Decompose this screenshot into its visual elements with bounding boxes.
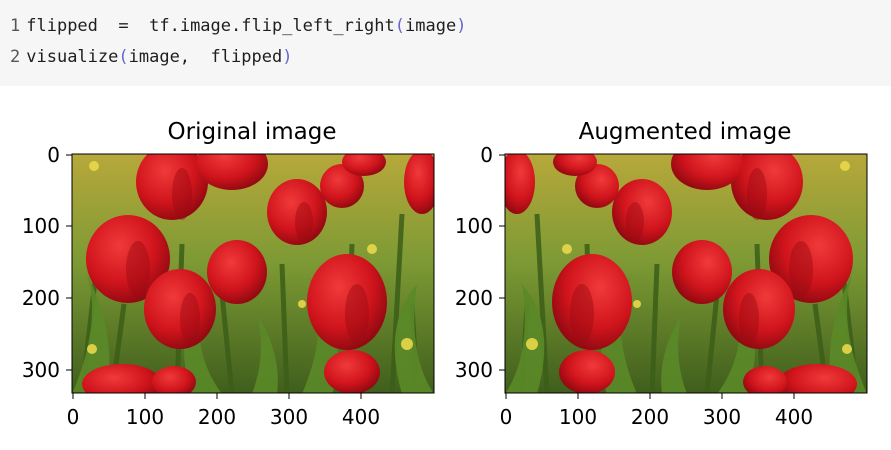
augmented-image xyxy=(499,138,867,404)
x-tick-label: 300 xyxy=(703,405,741,429)
subplot-augmented: Augmented image 0 100 200 300 0 100 200 … xyxy=(455,119,868,429)
argument-2: flipped xyxy=(210,47,283,67)
x-tick-label: 400 xyxy=(342,405,380,429)
x-tick-label: 0 xyxy=(67,405,80,429)
assign-operator: = xyxy=(118,16,129,36)
original-image xyxy=(72,138,440,404)
variable-flipped: flipped xyxy=(26,16,98,36)
open-paren: ( xyxy=(394,16,406,36)
y-tick-label: 200 xyxy=(22,286,60,310)
line-number: 1 xyxy=(10,16,21,36)
subplot-original: Original image 0 100 200 300 0 100 200 3… xyxy=(22,119,440,429)
cell-output: Original image 0 100 200 300 0 100 200 3… xyxy=(0,86,891,446)
y-tick-label: 300 xyxy=(22,358,60,382)
y-tick-label: 100 xyxy=(22,214,60,238)
argument: image xyxy=(405,16,457,36)
subplot-title: Original image xyxy=(168,119,337,145)
x-tick-labels: 0 100 200 300 400 xyxy=(67,405,380,429)
y-tick-label: 100 xyxy=(455,214,493,238)
y-tick-label: 200 xyxy=(455,286,493,310)
close-paren: ) xyxy=(456,16,467,36)
line-number: 2 xyxy=(10,47,21,67)
x-tick-marks xyxy=(505,393,795,399)
y-tick-labels: 0 100 200 300 xyxy=(22,143,60,382)
x-tick-label: 300 xyxy=(270,405,308,429)
y-tick-label: 0 xyxy=(47,143,60,167)
code-line-2: 2 visualize(image, flipped) xyxy=(10,44,292,70)
close-paren: ) xyxy=(282,47,293,67)
x-tick-label: 0 xyxy=(500,405,513,429)
open-paren: ( xyxy=(118,47,129,67)
y-tick-labels: 0 100 200 300 xyxy=(455,143,493,382)
function-call: visualize xyxy=(26,47,119,67)
figure: Original image 0 100 200 300 0 100 200 3… xyxy=(22,119,868,429)
x-tick-label: 200 xyxy=(198,405,236,429)
x-tick-labels: 0 100 200 300 400 xyxy=(500,405,813,429)
x-tick-label: 200 xyxy=(631,405,669,429)
x-tick-label: 400 xyxy=(775,405,813,429)
x-tick-label: 100 xyxy=(126,405,164,429)
x-tick-label: 100 xyxy=(559,405,597,429)
x-tick-marks xyxy=(72,393,362,399)
code-line-1: 1 flipped = tf.image.flip_left_right(imag… xyxy=(10,13,466,39)
argument-1: image, xyxy=(128,47,191,67)
function-call: tf.image.flip_left_right xyxy=(149,16,395,36)
y-tick-label: 0 xyxy=(480,143,493,167)
code-cell[interactable]: 1 flipped = tf.image.flip_left_right(imag… xyxy=(0,0,891,86)
y-tick-marks xyxy=(66,154,72,371)
y-tick-marks xyxy=(499,154,505,371)
y-tick-label: 300 xyxy=(455,358,493,382)
subplot-title: Augmented image xyxy=(579,119,792,145)
